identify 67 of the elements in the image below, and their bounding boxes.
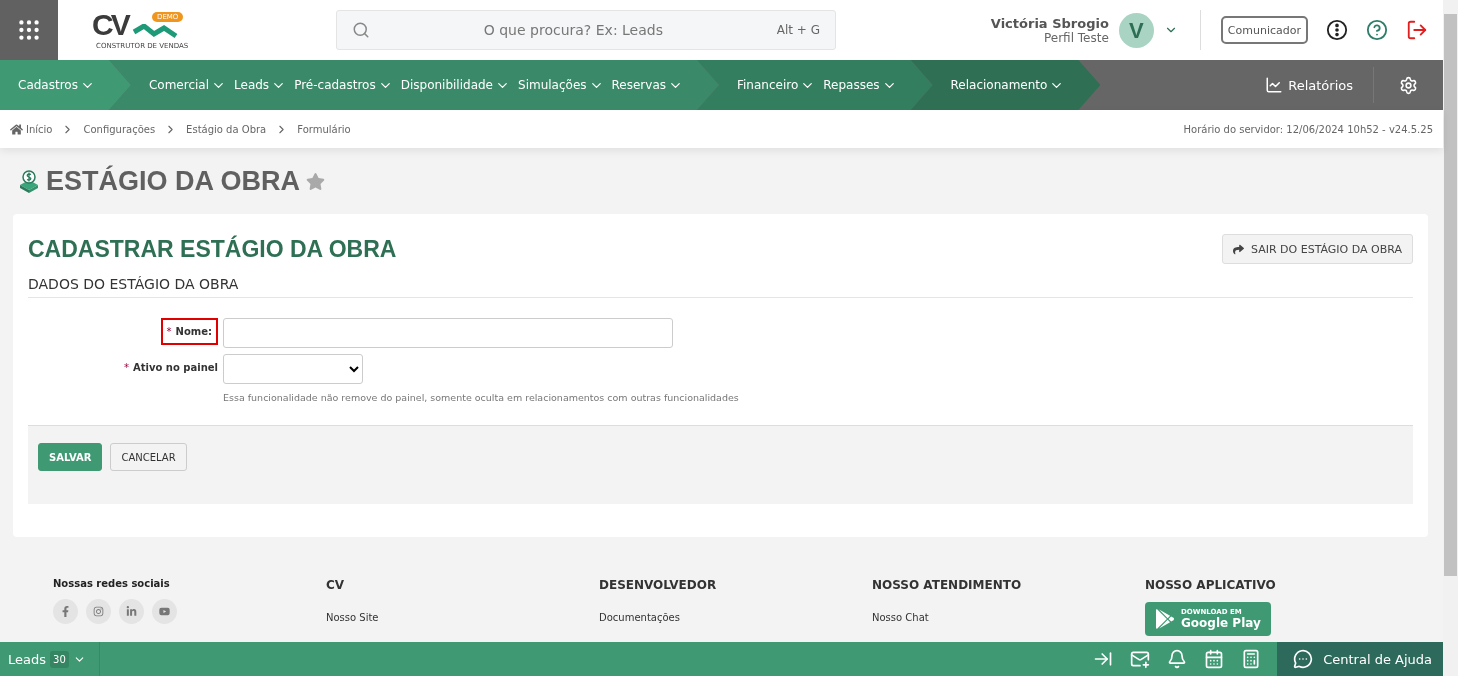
more-options-icon[interactable] xyxy=(1326,19,1348,41)
home-icon xyxy=(10,122,23,136)
arrow-to-line-icon[interactable] xyxy=(1093,649,1114,669)
breadcrumb-link[interactable]: Início xyxy=(10,122,53,136)
apps-grid-button[interactable] xyxy=(0,0,58,60)
footer-heading: NOSSO ATENDIMENTO xyxy=(872,578,1022,592)
favorite-star-icon[interactable] xyxy=(306,171,325,191)
form-title: CADASTRAR ESTÁGIO DA OBRA xyxy=(28,235,397,263)
search-input[interactable]: O que procura? Ex: Leads xyxy=(370,21,777,39)
user-profile: Perfil Teste xyxy=(1044,30,1109,45)
instagram-icon[interactable] xyxy=(86,599,111,624)
section-title: DADOS DO ESTÁGIO DA OBRA xyxy=(28,276,1413,298)
footer-heading: NOSSO APLICATIVO xyxy=(1145,578,1276,592)
footer-heading: DESENVOLVEDOR xyxy=(599,578,717,592)
save-button[interactable]: SALVAR xyxy=(38,443,103,471)
nav-menu-item[interactable]: Pré-cadastros xyxy=(294,77,393,93)
communicator-button[interactable]: Comunicador xyxy=(1220,16,1308,44)
linkedin-icon[interactable] xyxy=(119,599,144,624)
exit-button[interactable]: SAIR DO ESTÁGIO DA OBRA xyxy=(1222,234,1413,264)
nav-menu-item[interactable]: Financeiro xyxy=(737,77,816,93)
field-label: Nome: xyxy=(175,326,212,337)
footer-link[interactable]: Nosso Chat xyxy=(872,612,929,623)
youtube-icon[interactable] xyxy=(152,599,177,624)
page-title: ESTÁGIO DA OBRA xyxy=(46,165,300,197)
breadcrumb-link[interactable]: Estágio da Obra xyxy=(186,123,267,135)
nav-menu-item[interactable]: Leads xyxy=(234,77,287,93)
grid-icon xyxy=(16,17,42,43)
help-center-button[interactable]: Central de Ajuda xyxy=(1277,642,1443,676)
play-store-icon xyxy=(1155,609,1175,629)
nav-menu-item[interactable]: Simulações xyxy=(518,77,604,93)
nav-menu-item[interactable]: Reservas xyxy=(611,77,683,93)
footer-link[interactable]: Nosso Site xyxy=(326,612,379,623)
line-chart-icon xyxy=(1265,76,1284,94)
nav-menu-item[interactable]: Relacionamento xyxy=(950,77,1065,93)
chat-bubble-icon xyxy=(1293,649,1314,669)
money-box-icon xyxy=(18,169,40,193)
nav-menu-item[interactable]: Comercial xyxy=(148,77,227,93)
bell-icon[interactable] xyxy=(1167,649,1188,669)
reports-button[interactable]: Relatórios xyxy=(1245,76,1373,94)
nav-menu-item[interactable]: Disponibilidade xyxy=(400,77,510,93)
footer-heading: CV xyxy=(326,578,345,592)
name-input[interactable] xyxy=(223,318,673,348)
search-icon xyxy=(352,21,370,39)
leads-button[interactable]: Leads 30 xyxy=(0,642,100,676)
facebook-icon[interactable] xyxy=(53,599,78,624)
search-field[interactable]: O que procura? Ex: Leads Alt + G xyxy=(336,10,836,50)
breadcrumb-link[interactable]: Formulário xyxy=(297,123,351,135)
breadcrumb-link[interactable]: Configurações xyxy=(83,123,156,135)
mail-icon[interactable] xyxy=(1130,649,1151,669)
user-name: Victória Sbrogio xyxy=(990,15,1109,31)
help-text: Essa funcionalidade não remove do painel, somente oculta em relacionamentos com outras funcionalidades xyxy=(223,392,740,403)
cancel-button[interactable]: CANCELAR xyxy=(110,443,187,471)
server-time: Horário do servidor: 12/06/2024 10h52 - v24.5.25 xyxy=(1183,123,1433,135)
required-mark: * xyxy=(124,362,130,373)
social-title: Nossas redes sociais xyxy=(53,578,170,589)
nav-menu-item[interactable]: Cadastros xyxy=(18,77,95,93)
calendar-icon[interactable] xyxy=(1204,649,1225,669)
avatar[interactable]: V xyxy=(1118,12,1154,48)
share-arrow-icon xyxy=(1233,243,1244,255)
field-label: Ativo no painel xyxy=(133,362,218,373)
footer-link[interactable]: Documentações xyxy=(599,612,680,623)
calculator-icon[interactable] xyxy=(1241,649,1262,669)
nav-menu-item[interactable]: Repasses xyxy=(823,77,897,93)
select-field[interactable] xyxy=(223,354,363,384)
logout-icon[interactable] xyxy=(1406,19,1428,41)
help-icon[interactable] xyxy=(1366,19,1388,41)
required-mark: * xyxy=(166,326,172,337)
